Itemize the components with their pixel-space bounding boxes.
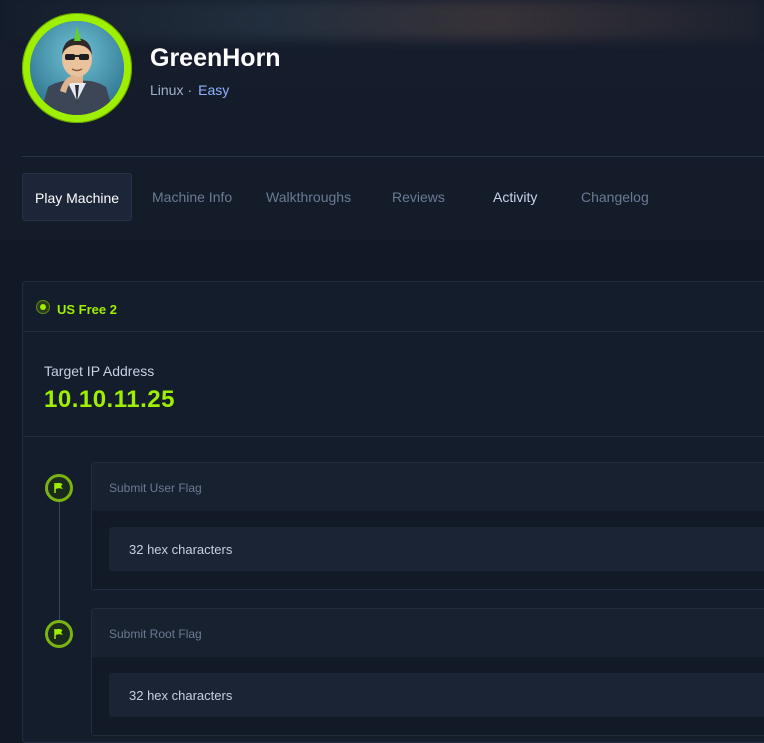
server-status-dot-icon: [40, 304, 46, 310]
root-flag-badge: [45, 620, 73, 648]
user-flag-body: [92, 511, 764, 589]
hacker-character-avatar-icon: [30, 21, 124, 115]
server-name: US Free 2: [57, 302, 117, 317]
play-machine-panel: US Free 2 Target IP Address 10.10.11.25 …: [22, 281, 764, 743]
root-flag-title: Submit Root Flag: [109, 627, 202, 641]
tab-changelog[interactable]: Changelog: [581, 173, 649, 221]
tab-machine-info[interactable]: Machine Info: [152, 173, 232, 221]
user-flag-card: Submit User Flag: [91, 462, 764, 590]
flag-icon: [54, 482, 63, 493]
flag-icon: [54, 628, 63, 639]
tab-walkthroughs[interactable]: Walkthroughs: [266, 173, 351, 221]
user-flag-badge: [45, 474, 73, 502]
tab-play-machine[interactable]: Play Machine: [22, 173, 132, 221]
machine-name: GreenHorn: [150, 44, 281, 72]
root-flag-body: [92, 657, 764, 735]
flag-timeline-line: [59, 492, 60, 622]
tab-activity[interactable]: Activity: [493, 173, 537, 221]
root-flag-card: Submit Root Flag: [91, 608, 764, 736]
machine-meta: Linux · Easy: [150, 82, 229, 98]
meta-separator: ·: [187, 82, 193, 98]
avatar: [22, 13, 132, 123]
target-ip-value[interactable]: 10.10.11.25: [44, 386, 175, 414]
tab-reviews[interactable]: Reviews: [392, 173, 445, 221]
root-flag-input[interactable]: [109, 673, 764, 717]
server-selector[interactable]: US Free 2: [23, 282, 764, 332]
user-flag-input[interactable]: [109, 527, 764, 571]
machine-difficulty[interactable]: Easy: [198, 82, 229, 98]
machine-header: GreenHorn Linux · Easy Play Machine Machin…: [0, 0, 764, 240]
target-ip-label: Target IP Address: [44, 363, 155, 379]
header-divider: [22, 156, 764, 157]
target-ip-block: Target IP Address 10.10.11.25: [23, 332, 764, 437]
user-flag-title: Submit User Flag: [109, 481, 202, 495]
machine-os: Linux: [150, 82, 184, 98]
